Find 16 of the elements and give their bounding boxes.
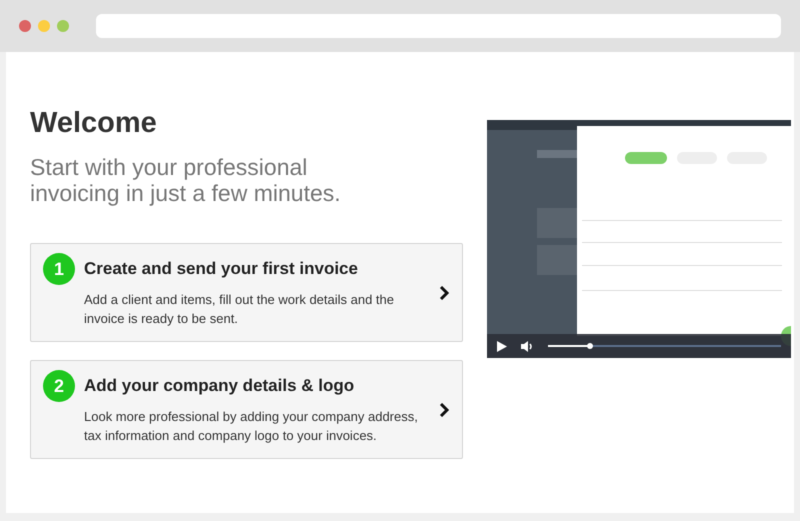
step-title: Add your company details & logo: [84, 375, 354, 398]
step-number: 1: [43, 253, 75, 285]
progress-thumb[interactable]: [586, 343, 593, 349]
step-description: Add a client and items, fill out the work details and the invoice is ready to be sent.: [84, 291, 396, 328]
page-subheading: Start with your professional invoicing in just a few minutes.: [30, 154, 342, 206]
volume-icon[interactable]: [521, 340, 534, 352]
step-number: 2: [43, 370, 75, 402]
step-card[interactable]: 2 Add your company details & logo Look more professional by adding your company address, tax information and company logo to your invoices.: [30, 360, 463, 459]
chevron-right-icon: [438, 286, 450, 300]
step-card[interactable]: 1 Create and send your first invoice Add a client and items, fill out the work details and the invoice is ready to be sent.: [30, 243, 463, 342]
play-icon[interactable]: [497, 340, 507, 352]
chevron-right-icon: [438, 402, 450, 416]
page-heading: Welcome: [30, 106, 158, 140]
step-description: Look more professional by adding your company address, tax information and company logo to your invoices.: [84, 408, 419, 445]
close-icon[interactable]: [19, 20, 31, 32]
step-title: Create and send your first invoice: [84, 258, 358, 280]
